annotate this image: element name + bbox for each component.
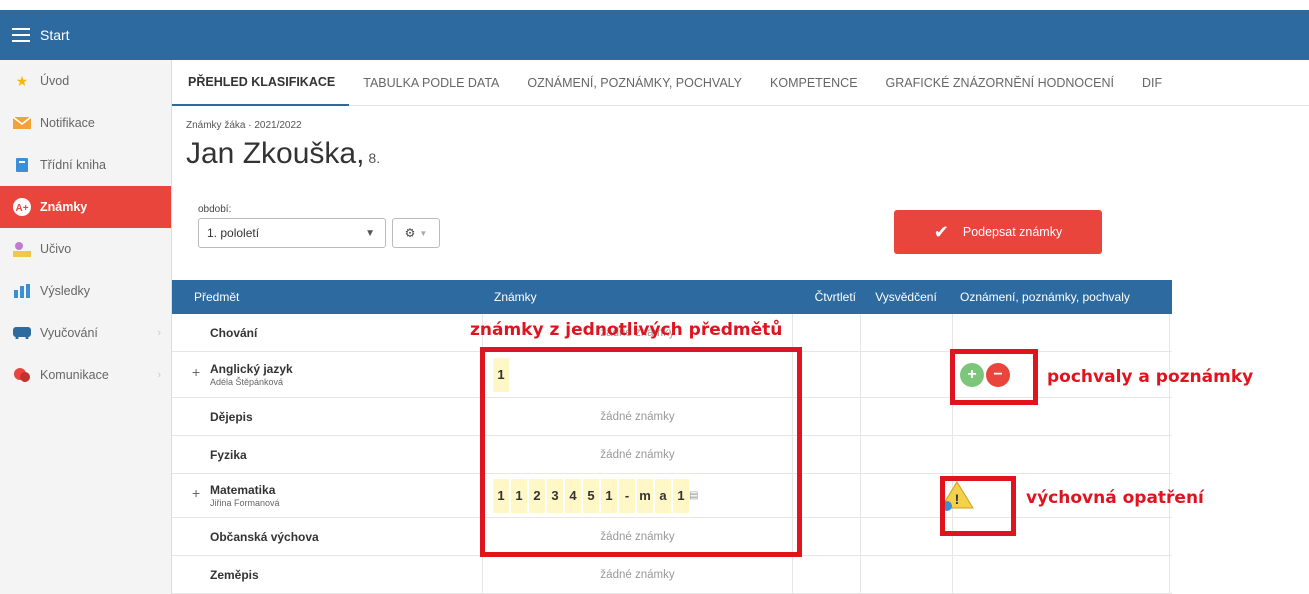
sidebar-item-label: Třídní kniha (40, 158, 107, 172)
highlight-grades-box (480, 347, 802, 557)
header-grades: Známky (494, 290, 537, 304)
subject-name: Fyzika (210, 447, 247, 462)
annotation-grades: známky z jednotlivých předmětů (470, 320, 783, 340)
no-grades-text: žádné známky (600, 568, 675, 581)
svg-text:A+: A+ (15, 203, 28, 214)
table-header: Předmět Známky Čtvrtletí Vysvědčení Ozná… (172, 280, 1172, 314)
sidebar-item-label: Notifikace (40, 116, 95, 130)
expand-icon[interactable]: + (192, 485, 200, 501)
page-title: Jan Zkouška, 8. (186, 137, 380, 171)
header-report: Vysvědčení (875, 290, 937, 304)
tab-bar: PŘEHLED KLASIFIKACE TABULKA PODLE DATA O… (172, 60, 1309, 106)
table-row: Zeměpis žádné známky (172, 556, 1172, 594)
sidebar-item-tridni-kniha[interactable]: Třídní kniha (0, 144, 171, 186)
tab-oznameni[interactable]: OZNÁMENÍ, POZNÁMKY, POCHVALY (513, 60, 756, 106)
bus-icon (12, 323, 32, 343)
annotation-measures: výchovná opatření (1026, 488, 1204, 508)
menu-icon[interactable] (12, 28, 30, 42)
period-select[interactable]: 1. pololetí ▼ (198, 218, 386, 248)
chevron-right-icon: › (157, 327, 161, 339)
sidebar-item-label: Učivo (40, 242, 72, 256)
envelope-icon (12, 113, 32, 133)
student-name: Jan Zkouška, (186, 137, 365, 170)
header-quarter: Čtvrtletí (814, 290, 856, 304)
subject-name: Matematika (210, 483, 276, 497)
subject-name: Dějepis (210, 409, 253, 424)
sidebar-item-znamky[interactable]: A+ Známky (0, 186, 171, 228)
tab-graficke-znazorneni[interactable]: GRAFICKÉ ZNÁZORNĚNÍ HODNOCENÍ (872, 60, 1129, 106)
sidebar-item-label: Známky (40, 200, 88, 214)
star-icon: ★ (15, 72, 29, 89)
sidebar-item-label: Výsledky (40, 284, 91, 298)
teacher-name: Adéla Štěpánková (210, 377, 284, 387)
subject-name: Zeměpis (210, 567, 259, 582)
sidebar-item-label: Komunikace (40, 368, 109, 382)
app-title[interactable]: Start (40, 27, 70, 43)
sidebar-item-uvod[interactable]: ★ Úvod (0, 60, 171, 102)
subject-name: Chování (210, 325, 258, 340)
tab-kompetence[interactable]: KOMPETENCE (756, 60, 872, 106)
sidebar-item-ucivo[interactable]: Učivo (0, 228, 171, 270)
book-icon (12, 155, 32, 175)
sidebar-item-notifikace[interactable]: Notifikace (0, 102, 171, 144)
highlight-measures-box (940, 476, 1016, 536)
sign-grades-button[interactable]: ✔ Podepsat známky (894, 210, 1102, 254)
tab-prehled-klasifikace[interactable]: PŘEHLED KLASIFIKACE (172, 60, 350, 106)
sign-grades-label: Podepsat známky (962, 225, 1063, 239)
header-notes: Oznámení, poznámky, pochvaly (960, 290, 1130, 304)
gear-icon: ⚙ (404, 226, 416, 240)
settings-button[interactable]: ⚙ ▼ (392, 218, 440, 248)
chat-icon (12, 365, 32, 385)
period-value: 1. pololetí (207, 226, 260, 240)
sidebar-item-label: Vyučování (40, 326, 98, 340)
bar-chart-icon (12, 281, 32, 301)
sidebar-item-vysledky[interactable]: Výsledky (0, 270, 171, 312)
period-label: období: (198, 204, 232, 215)
check-icon: ✔ (933, 221, 949, 242)
annotation-praise: pochvaly a poznámky (1047, 367, 1254, 387)
grades-icon: A+ (12, 197, 32, 217)
chevron-down-icon: ▼ (365, 227, 375, 239)
student-class: 8. (368, 150, 381, 166)
highlight-praise-box (950, 349, 1038, 405)
subject-name: Občanská výchova (210, 529, 319, 544)
expand-icon[interactable]: + (192, 364, 200, 380)
top-bar: Start (0, 10, 1309, 60)
subject-name: Anglický jazyk (210, 362, 293, 376)
teacher-name: Jiřina Formanová (210, 498, 280, 508)
sidebar: ★ Úvod Notifikace Třídní kniha A+ Známky… (0, 60, 172, 594)
chevron-down-icon: ▼ (419, 228, 428, 238)
sidebar-item-label: Úvod (40, 74, 70, 88)
header-subject: Předmět (194, 290, 240, 304)
student-header: Známky žáka · 2021/2022 Jan Zkouška, 8. (186, 120, 380, 171)
tab-tabulka-podle-data[interactable]: TABULKA PODLE DATA (349, 60, 513, 106)
sidebar-item-vyucovani[interactable]: Vyučování › (0, 312, 171, 354)
tab-dif[interactable]: DIF (1128, 60, 1176, 106)
chevron-right-icon: › (157, 369, 161, 381)
sidebar-item-komunikace[interactable]: Komunikace › (0, 354, 171, 396)
teacher-icon (12, 239, 32, 259)
page-subtitle: Známky žáka · 2021/2022 (186, 120, 302, 131)
